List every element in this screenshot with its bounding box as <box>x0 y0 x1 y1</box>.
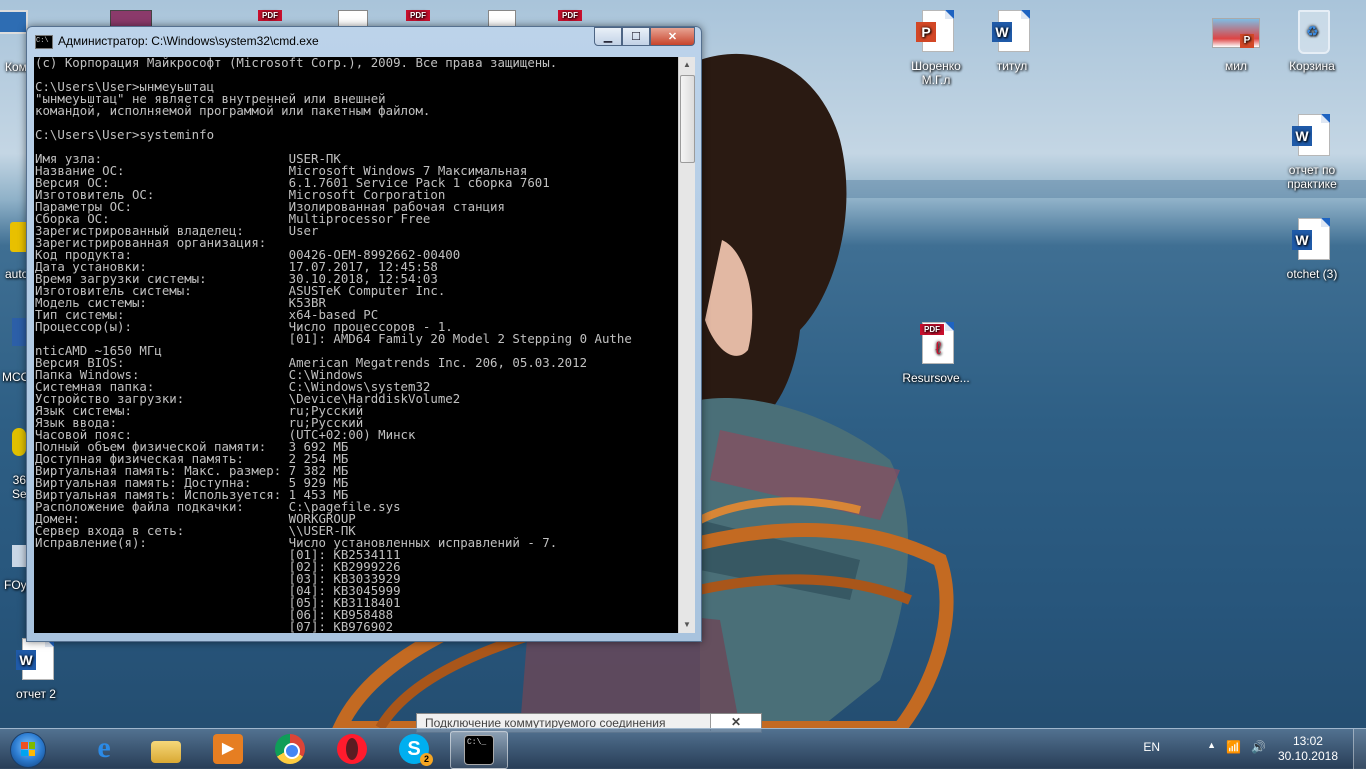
desktop-icon-recycle-bin[interactable]: ♻ Корзина <box>1274 10 1350 73</box>
tray-icons: ▲ 📶 🔊 <box>1207 740 1266 754</box>
taskbar-chrome[interactable] <box>262 731 318 767</box>
window-controls: ▁ ☐ ✕ <box>594 27 695 46</box>
desktop-icon-otchet-3[interactable]: W otchet (3) <box>1274 218 1350 281</box>
app-icon <box>12 318 26 346</box>
console-text: (c) Корпорация Майкрософт (Microsoft Cor… <box>34 57 678 633</box>
minimize-button[interactable]: ▁ <box>594 27 622 46</box>
left-label-0: Ком <box>5 60 27 74</box>
show-hidden-icons-icon[interactable]: ▲ <box>1207 740 1216 754</box>
clock-date: 30.10.2018 <box>1277 749 1338 763</box>
taskbar-media-player[interactable]: ▶ <box>200 731 256 767</box>
scroll-up-icon[interactable]: ▲ <box>679 57 695 73</box>
console-line: [07]: KB976902 <box>35 619 394 633</box>
skype-badge: 2 <box>420 753 433 766</box>
desktop-icon-label: Resursove... <box>902 371 970 385</box>
recycle-bin-icon: ♻ <box>1292 10 1332 56</box>
vertical-scrollbar[interactable]: ▲ ▼ <box>678 57 695 633</box>
console-line: (c) Корпорация Майкрософт (Microsoft Cor… <box>35 57 558 70</box>
start-button[interactable] <box>4 730 52 768</box>
console-line: командой, исполняемой программой или пак… <box>35 103 431 118</box>
desktop-icon-label: Шоренко М.Г.л <box>911 59 961 87</box>
left-label-4: FOy <box>4 578 27 592</box>
word-icon: W <box>16 638 56 684</box>
word-icon: W <box>1292 218 1332 264</box>
word-icon: W <box>1292 114 1332 160</box>
taskbar-skype[interactable]: S 2 <box>386 731 442 767</box>
powerpoint-icon: P <box>916 10 956 56</box>
taskbar-internet-explorer[interactable]: e <box>76 731 132 767</box>
image-icon: P <box>1212 10 1260 56</box>
taskbar: e ▶ S 2 C:\_ EN ▲ 📶 🔊 13:02 30.10.2018 <box>0 728 1366 769</box>
desktop-icon-label: отчет по практике <box>1287 163 1337 191</box>
word-icon: W <box>992 10 1032 56</box>
internet-explorer-icon: e <box>97 731 111 764</box>
folder-icon <box>151 741 181 763</box>
left-label-3: 36 Se <box>12 473 27 501</box>
desktop-icon-shorenko[interactable]: P Шоренко М.Г.л <box>898 10 974 87</box>
scroll-thumb[interactable] <box>680 75 695 163</box>
pdf-icon: PDF ℓ <box>916 322 956 368</box>
app-icon <box>12 428 26 456</box>
show-desktop-button[interactable] <box>1353 729 1366 769</box>
desktop-icon-label: отчет 2 <box>16 687 56 701</box>
network-icon[interactable]: 📶 <box>1226 740 1241 754</box>
desktop-icon-label: otchet (3) <box>1286 267 1338 281</box>
desktop-icon-titul[interactable]: W титул <box>974 10 1050 73</box>
clock[interactable]: 13:02 30.10.2018 <box>1278 734 1338 764</box>
computer-icon <box>0 10 28 40</box>
desktop-icon-otchet-po-praktike[interactable]: W отчет по практике <box>1274 114 1350 191</box>
language-indicator[interactable]: EN <box>1143 740 1160 754</box>
close-button[interactable]: ✕ <box>650 27 695 46</box>
window-title: Администратор: C:\Windows\system32\cmd.e… <box>58 34 319 48</box>
desktop-icon-resursove[interactable]: PDF ℓ Resursove... <box>898 322 974 385</box>
desktop-icon-label: мил <box>1225 59 1247 73</box>
cmd-taskbar-icon: C:\_ <box>464 735 494 765</box>
cmd-window[interactable]: C:\ Администратор: C:\Windows\system32\c… <box>26 26 702 642</box>
chrome-icon <box>275 734 305 764</box>
media-player-icon: ▶ <box>213 734 243 764</box>
console-output[interactable]: (c) Корпорация Майкрософт (Microsoft Cor… <box>34 57 678 633</box>
cmd-icon: C:\ <box>35 35 53 49</box>
volume-icon[interactable]: 🔊 <box>1251 740 1266 754</box>
windows-logo-icon <box>10 732 46 768</box>
cmd-titlebar[interactable]: C:\ Администратор: C:\Windows\system32\c… <box>27 27 701 55</box>
taskbar-opera[interactable] <box>324 731 380 767</box>
console-line: C:\Users\User>systeminfo <box>35 127 215 142</box>
taskbar-cmd[interactable]: C:\_ <box>450 731 508 769</box>
maximize-button[interactable]: ☐ <box>622 27 650 46</box>
clock-time: 13:02 <box>1292 734 1323 748</box>
desktop-icon-otchet-2[interactable]: W отчет 2 <box>0 638 74 701</box>
app-icon <box>12 545 26 567</box>
desktop-icon-mil[interactable]: P мил <box>1198 10 1274 73</box>
desktop-icon-label: Корзина <box>1289 59 1335 73</box>
scroll-down-icon[interactable]: ▼ <box>679 617 695 633</box>
desktop-icon-label: титул <box>996 59 1028 73</box>
skype-icon: S 2 <box>399 734 433 766</box>
taskbar-file-explorer[interactable] <box>138 731 194 767</box>
opera-icon <box>337 734 367 764</box>
left-label-1: auto <box>5 267 29 281</box>
